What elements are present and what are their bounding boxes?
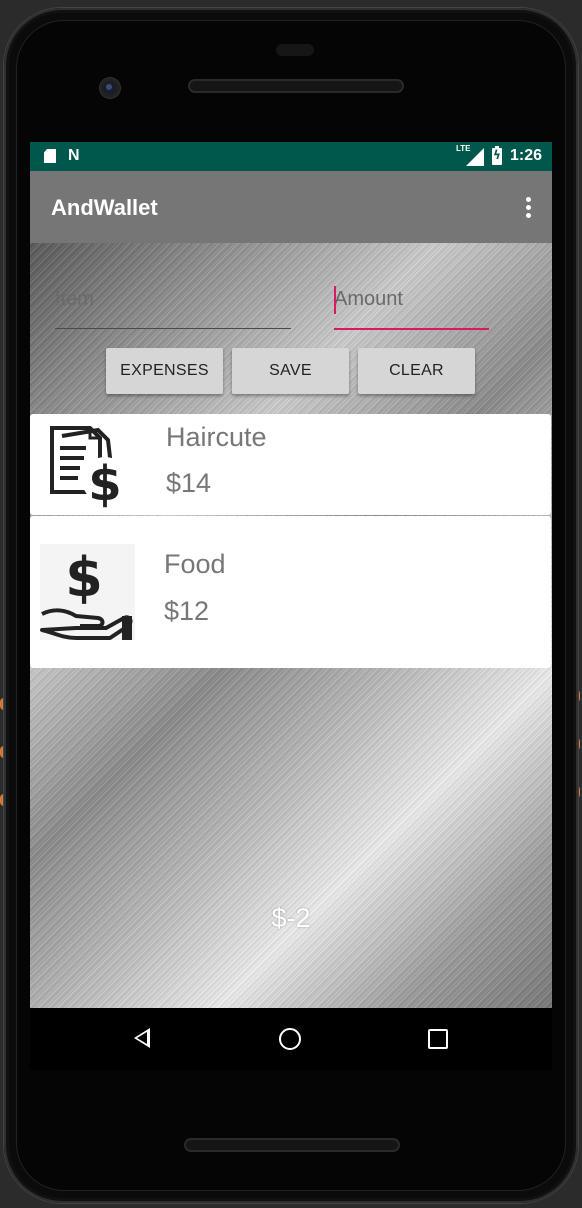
list-item[interactable]: $ Haircute $14 xyxy=(30,414,551,515)
entry-amount: $14 xyxy=(166,468,212,498)
battery-charging-icon xyxy=(491,145,502,165)
home-icon[interactable] xyxy=(279,1028,301,1050)
expenses-button[interactable]: EXPENSES xyxy=(106,348,223,394)
amount-field[interactable] xyxy=(334,286,489,330)
list-item[interactable]: $ Food $12 xyxy=(30,516,551,668)
bottom-speaker xyxy=(184,1138,400,1152)
svg-text:$: $ xyxy=(88,456,121,508)
hand-dollar-icon: $ xyxy=(40,544,135,640)
earpiece-slot xyxy=(276,44,314,56)
recents-icon[interactable] xyxy=(428,1029,448,1049)
amount-input[interactable] xyxy=(334,288,489,311)
phone-screen: N LTE 1:26 AndWallet EXPENSES SAVE CLEAR xyxy=(30,142,552,1070)
entry-name: Food xyxy=(164,549,226,579)
front-camera-icon xyxy=(100,78,120,98)
svg-text:$: $ xyxy=(65,546,103,609)
back-icon[interactable] xyxy=(134,1028,150,1048)
app-bar: AndWallet xyxy=(30,171,552,243)
notification-n-icon: N xyxy=(68,147,80,164)
item-input[interactable] xyxy=(55,288,291,311)
entry-name: Haircute xyxy=(166,422,267,452)
entry-amount: $12 xyxy=(164,596,210,626)
bill-document-dollar-icon: $ xyxy=(48,422,130,512)
sd-card-icon xyxy=(44,149,56,163)
signal-lte-icon: LTE xyxy=(456,144,484,166)
status-bar: N LTE 1:26 xyxy=(30,142,552,171)
navigation-bar xyxy=(30,1008,552,1070)
balance-total: $-2 xyxy=(271,903,311,933)
top-speaker xyxy=(188,79,404,93)
item-field[interactable] xyxy=(55,288,291,329)
app-title: AndWallet xyxy=(51,195,158,220)
status-time: 1:26 xyxy=(509,147,542,164)
save-button[interactable]: SAVE xyxy=(232,348,349,394)
text-cursor xyxy=(334,286,336,314)
main-content: EXPENSES SAVE CLEAR $ Haircute $14 xyxy=(30,243,552,1008)
clear-button[interactable]: CLEAR xyxy=(358,348,475,394)
more-vert-icon[interactable] xyxy=(526,197,532,219)
